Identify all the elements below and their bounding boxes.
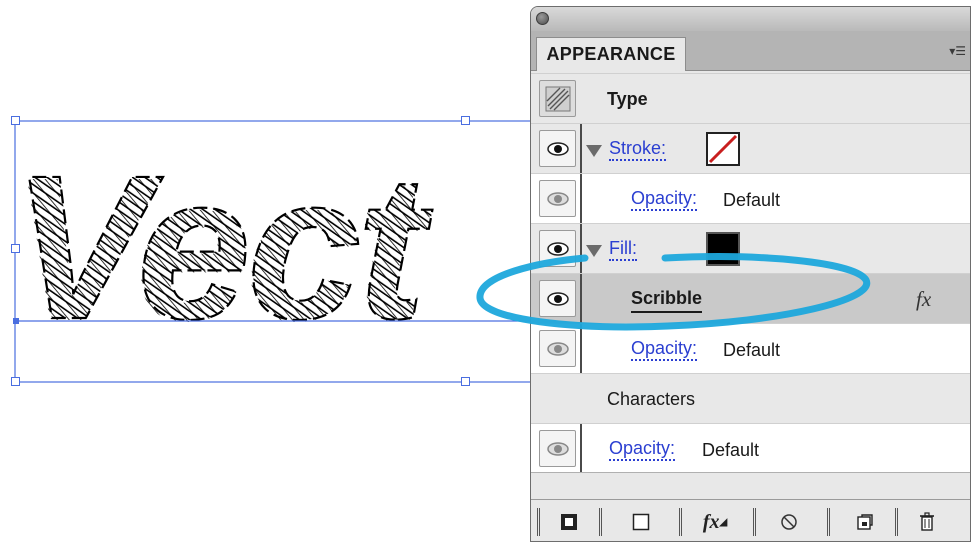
fill-visibility-toggle[interactable] (539, 230, 576, 267)
fill-expand-triangle-icon[interactable] (586, 245, 602, 257)
row-stroke-opacity[interactable]: Opacity: Default (531, 173, 970, 223)
eye-icon (546, 341, 569, 356)
row-type[interactable]: Type (531, 73, 970, 123)
add-new-stroke-button[interactable] (547, 508, 591, 536)
toolbar-divider (827, 508, 830, 536)
stroke-opacity-value: Default (723, 190, 781, 210)
delete-item-button[interactable] (905, 508, 949, 536)
stroke-label[interactable]: Stroke: (609, 138, 667, 161)
handle-bottom-left[interactable] (11, 377, 20, 386)
duplicate-icon (857, 514, 873, 530)
appearance-panel: APPEARANCE ▾☰ Type Stroke: Opacity: Defa… (530, 6, 971, 542)
add-new-fill-button[interactable] (619, 508, 663, 536)
eye-icon (546, 241, 569, 256)
characters-opacity-link[interactable]: Opacity: (609, 438, 676, 461)
characters-label: Characters (607, 389, 696, 409)
fill-opacity-visibility-toggle[interactable] (539, 330, 576, 367)
fill-link[interactable]: Fill: (609, 238, 637, 261)
toolbar-divider (679, 508, 682, 536)
eye-icon (546, 191, 569, 206)
eye-icon (546, 291, 569, 306)
handle-middle-left[interactable] (11, 244, 20, 253)
stroke-expand-triangle-icon[interactable] (586, 145, 602, 157)
row-separator (580, 224, 582, 273)
panel-tab-bar: APPEARANCE ▾☰ (531, 31, 970, 71)
add-new-effect-button[interactable]: fx ◢ (693, 508, 737, 536)
filled-square-icon (561, 514, 577, 530)
row-characters[interactable]: Characters (531, 373, 970, 423)
eye-icon (546, 141, 569, 156)
panel-menu-icon[interactable]: ▾☰ (949, 44, 966, 58)
scribble-visibility-toggle[interactable] (539, 280, 576, 317)
stroke-link[interactable]: Stroke: (609, 138, 667, 161)
row-separator (580, 274, 582, 323)
row-scribble-effect[interactable]: Scribble fx (531, 273, 970, 323)
fill-swatch[interactable] (706, 232, 740, 266)
row-characters-opacity[interactable]: Opacity: Default (531, 423, 970, 473)
fill-opacity-link[interactable]: Opacity: (631, 338, 698, 361)
panel-title-bar[interactable] (531, 7, 970, 31)
row-stroke[interactable]: Stroke: (531, 123, 970, 173)
toolbar-divider (537, 508, 540, 536)
scribble-thumbnail-icon (545, 86, 570, 111)
characters-opacity-value: Default (702, 440, 760, 460)
toolbar-divider (599, 508, 602, 536)
none-swatch-icon (708, 134, 738, 164)
fx-icon: fx (702, 510, 720, 533)
empty-square-icon (632, 513, 650, 531)
stroke-opacity-label[interactable]: Opacity: (631, 188, 698, 211)
panel-bottom-toolbar: fx ◢ (531, 499, 970, 541)
fill-opacity-value: Default (723, 340, 781, 360)
stroke-visibility-toggle[interactable] (539, 130, 576, 167)
row-separator (580, 174, 582, 223)
toolbar-divider (753, 508, 756, 536)
row-fill[interactable]: Fill: (531, 223, 970, 273)
stroke-swatch[interactable] (706, 132, 740, 166)
close-icon[interactable] (536, 12, 549, 25)
row-fill-opacity[interactable]: Opacity: Default (531, 323, 970, 373)
type-label: Type (607, 89, 648, 109)
no-sign-icon (781, 514, 797, 530)
row-separator (580, 124, 582, 173)
trash-icon (920, 512, 934, 531)
row-separator (580, 324, 582, 373)
handle-top-middle[interactable] (461, 116, 470, 125)
fx-icon: fx (916, 287, 932, 311)
characters-opacity-label[interactable]: Opacity: (609, 438, 676, 461)
row-separator (580, 424, 582, 472)
fill-label[interactable]: Fill: (609, 238, 637, 261)
clear-appearance-button[interactable] (767, 508, 811, 536)
characters-opacity-visibility-toggle[interactable] (539, 430, 576, 467)
toolbar-divider (895, 508, 898, 536)
handle-top-left[interactable] (11, 116, 20, 125)
eye-icon (546, 441, 569, 456)
handle-bottom-middle[interactable] (461, 377, 470, 386)
tab-appearance[interactable]: APPEARANCE (536, 37, 686, 71)
fill-opacity-label[interactable]: Opacity: (631, 338, 698, 361)
stroke-opacity-visibility-toggle[interactable] (539, 180, 576, 217)
baseline-anchor (13, 318, 19, 324)
scribble-effect-link[interactable]: Scribble (631, 288, 703, 313)
stroke-opacity-link[interactable]: Opacity: (631, 188, 698, 211)
type-thumbnail (539, 80, 576, 117)
duplicate-item-button[interactable] (843, 508, 887, 536)
